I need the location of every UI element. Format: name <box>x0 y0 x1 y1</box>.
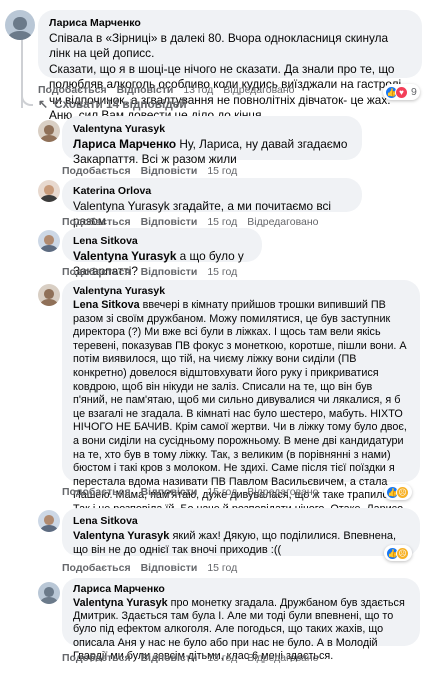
reaction-summary[interactable]: 👍 ♥ 9 <box>383 84 420 100</box>
like-button[interactable]: Подобається <box>62 562 131 574</box>
avatar[interactable] <box>38 120 60 142</box>
mention-link[interactable]: Valentyna Yurasyk <box>73 597 168 609</box>
reply-actions: Подобається Відповісти 15 год <box>62 165 237 177</box>
edited-label: Відредаговано <box>247 216 319 228</box>
reply-bubble: Lena Sitkova Valentyna Yurasyk який жах!… <box>62 508 420 556</box>
timestamp[interactable]: 15 год <box>207 216 237 228</box>
reply-button[interactable]: Відповісти <box>117 84 174 96</box>
reply-button[interactable]: Відповісти <box>141 165 198 177</box>
like-button[interactable]: Подобається <box>62 266 131 278</box>
reply-bubble: Valentyna Yurasyk Lena Sitkova ввечері в… <box>62 280 420 542</box>
reply-actions: Подобається Відповісти 15 год Відредагов… <box>62 216 319 228</box>
reply-bubble: Katerina Orlova Valentyna Yurasyk згадай… <box>62 178 362 228</box>
reply-button[interactable]: Відповісти <box>141 652 198 664</box>
timestamp[interactable]: 15 год <box>207 165 237 177</box>
reply-text: Lena Sitkova ввечері в кімнату прийшов т… <box>73 299 407 542</box>
reaction-summary[interactable]: 👍 ☹ <box>384 484 412 500</box>
sad-icon: ☹ <box>396 546 409 560</box>
sad-icon: ☹ <box>396 485 409 499</box>
reply-bubble: Лариса Марченко Valentyna Yurasyk про мо… <box>62 578 420 662</box>
like-button[interactable]: Подобається <box>62 486 131 498</box>
reply-author[interactable]: Valentyna Yurasyk <box>73 285 409 297</box>
reply-author[interactable]: Lena Sitkova <box>73 515 409 527</box>
collapse-arrow-icon: ↖ <box>38 97 49 111</box>
reply-author[interactable]: Valentyna Yurasyk <box>73 123 351 135</box>
reply-author[interactable]: Katerina Orlova <box>73 185 351 197</box>
reply-bubble: Valentyna Yurasyk Лариса Марченко Ну, Ла… <box>62 116 362 166</box>
reply-text: Valentyna Yurasyk який жах! Дякую, що по… <box>73 530 397 556</box>
heart-icon: ♥ <box>395 85 408 99</box>
avatar[interactable] <box>38 230 60 252</box>
reply-button[interactable]: Відповісти <box>141 266 198 278</box>
comment-bubble: Лариса Марченко Співала в «Зірниці» в да… <box>38 10 422 122</box>
timestamp[interactable]: 13 год <box>207 652 237 664</box>
hide-replies-toggle[interactable]: ↖ Сховати 14 відповідей <box>38 97 187 111</box>
avatar[interactable] <box>38 582 60 604</box>
mention-link[interactable]: Valentyna Yurasyk <box>73 249 176 263</box>
timestamp[interactable]: 15 год <box>207 562 237 574</box>
reply-actions: Подобається Відповісти 13 год Відредагов… <box>62 652 319 664</box>
edited-label: Відредаговано <box>223 84 295 96</box>
mention-link[interactable]: Лариса Марченко <box>73 137 176 151</box>
mention-link[interactable]: Lena Sitkova <box>73 299 140 311</box>
avatar[interactable] <box>38 510 60 532</box>
comment-author[interactable]: Лариса Марченко <box>49 17 411 29</box>
avatar[interactable] <box>38 180 60 202</box>
hide-replies-label: Сховати 14 відповідей <box>54 97 187 111</box>
edited-label: Відредаговано <box>247 486 319 498</box>
timestamp[interactable]: 15 год <box>207 486 237 498</box>
reply-button[interactable]: Відповісти <box>141 486 198 498</box>
like-button[interactable]: Подобається <box>62 652 131 664</box>
reply-button[interactable]: Відповісти <box>141 562 198 574</box>
edited-label: Відредаговано <box>247 652 319 664</box>
like-button[interactable]: Подобається <box>38 84 107 96</box>
reply-text: Лариса Марченко Ну, Лариса, ну давай зга… <box>73 137 348 167</box>
reply-author[interactable]: Лариса Марченко <box>73 583 409 595</box>
reply-actions: Подобається Відповісти 15 год <box>62 266 237 278</box>
like-button[interactable]: Подобається <box>62 165 131 177</box>
avatar[interactable] <box>5 10 35 40</box>
reaction-summary[interactable]: 👍 ☹ <box>384 545 412 561</box>
timestamp[interactable]: 13 год <box>183 84 213 96</box>
reply-actions: Подобається Відповісти 15 год Відредагов… <box>62 486 319 498</box>
reaction-count: 9 <box>411 86 417 98</box>
comment-actions: Подобається Відповісти 13 год Відредагов… <box>38 84 295 96</box>
reply-actions: Подобається Відповісти 15 год <box>62 562 237 574</box>
reply-button[interactable]: Відповісти <box>141 216 198 228</box>
timestamp[interactable]: 15 год <box>207 266 237 278</box>
mention-link[interactable]: Valentyna Yurasyk <box>73 530 169 542</box>
like-button[interactable]: Подобається <box>62 216 131 228</box>
avatar[interactable] <box>38 284 60 306</box>
reply-bubble: Lena Sitkova Valentyna Yurasyk а що було… <box>62 228 262 278</box>
reply-author[interactable]: Lena Sitkova <box>73 235 251 247</box>
